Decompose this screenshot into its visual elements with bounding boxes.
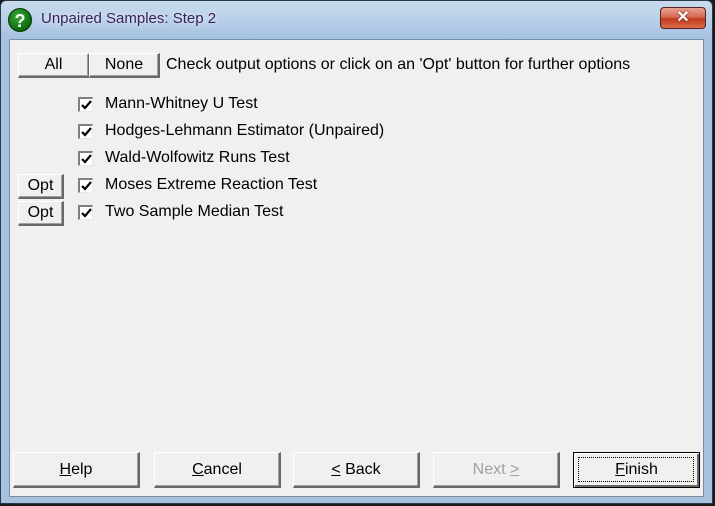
checkmark-icon	[81, 181, 92, 191]
next-label: Next	[472, 460, 510, 478]
checkbox-hodges-lehmann[interactable]	[78, 124, 93, 139]
select-all-button[interactable]: All	[18, 53, 90, 78]
next-mnemonic: >	[510, 460, 520, 478]
checkbox-moses-extreme-reaction[interactable]	[78, 178, 93, 193]
help-question-icon: ?	[8, 8, 32, 32]
checkbox-two-sample-median[interactable]	[78, 205, 93, 220]
checkmark-icon	[81, 100, 92, 110]
help-mnemonic: H	[59, 460, 72, 478]
cancel-button[interactable]: Cancel	[154, 452, 281, 488]
close-button[interactable]: ✕	[660, 7, 706, 29]
cancel-mnemonic: C	[192, 460, 204, 478]
next-button[interactable]: Next >	[433, 452, 560, 488]
dialog-window: ? Unpaired Samples: Step 2 ✕ All None Ch…	[0, 0, 713, 504]
cancel-label: ancel	[203, 460, 242, 478]
checkmark-icon	[81, 127, 92, 137]
focus-rect	[578, 457, 694, 482]
moses-opt-button[interactable]: Opt	[18, 174, 64, 199]
checkmark-icon	[81, 154, 92, 164]
instruction-text: Check output options or click on an 'Opt…	[166, 56, 631, 73]
window-title: Unpaired Samples: Step 2	[41, 10, 217, 27]
checkmark-icon	[81, 208, 92, 218]
back-button[interactable]: < Back	[293, 452, 420, 488]
help-label: elp	[71, 460, 93, 478]
back-mnemonic: <	[331, 460, 341, 478]
option-label: Moses Extreme Reaction Test	[105, 176, 318, 193]
help-button[interactable]: Help	[13, 452, 140, 488]
back-label: Back	[340, 460, 381, 478]
checkbox-mann-whitney[interactable]	[78, 97, 93, 112]
option-label: Wald-Wolfowitz Runs Test	[105, 149, 290, 166]
finish-button[interactable]: Finish	[573, 452, 700, 488]
title-bar[interactable]: ? Unpaired Samples: Step 2 ✕	[1, 1, 712, 39]
checkbox-wald-wolfowitz[interactable]	[78, 151, 93, 166]
dialog-body: All None Check output options or click o…	[9, 39, 704, 497]
close-icon: ✕	[676, 9, 690, 26]
option-label: Two Sample Median Test	[105, 203, 284, 220]
median-opt-button[interactable]: Opt	[18, 201, 64, 226]
select-none-button[interactable]: None	[89, 53, 160, 78]
option-label: Hodges-Lehmann Estimator (Unpaired)	[105, 122, 385, 139]
option-label: Mann-Whitney U Test	[105, 95, 258, 112]
